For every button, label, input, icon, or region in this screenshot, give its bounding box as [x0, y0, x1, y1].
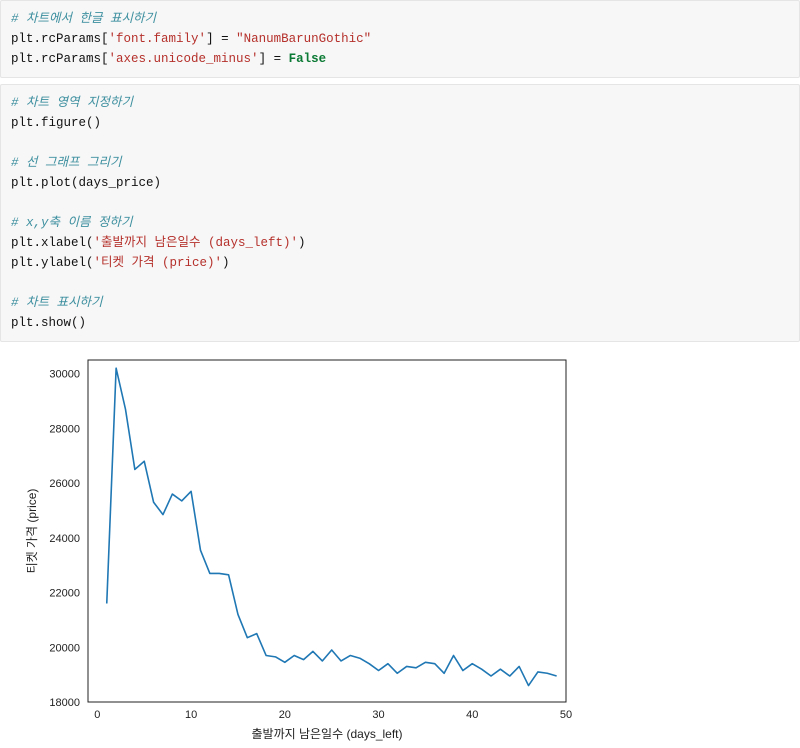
code-string: '출발까지 남은일수 (days_left)': [94, 236, 299, 250]
code-block-1: # 차트에서 한글 표시하기 plt.rcParams['font.family…: [0, 0, 800, 78]
plot-frame: [88, 360, 566, 702]
svg-text:28000: 28000: [49, 423, 80, 435]
x-axis: 0 10 20 30 40 50: [94, 702, 572, 721]
code-string: '티켓 가격 (price)': [94, 256, 223, 270]
code-token: .rcParams[: [34, 32, 109, 46]
x-axis-label: 출발까지 남은일수 (days_left): [251, 727, 402, 741]
code-token: ] =: [259, 52, 289, 66]
code-token: plt.xlabel(: [11, 236, 94, 250]
code-comment: # 차트에서 한글 표시하기: [11, 12, 156, 26]
code-comment: # 차트 영역 지정하기: [11, 96, 133, 110]
data-series-line: [107, 368, 557, 685]
code-token: ): [222, 256, 230, 270]
chart-svg: 0 10 20 30 40 50 18000 20000 22000 24000 26000 280…: [20, 348, 580, 748]
svg-text:10: 10: [185, 709, 197, 721]
code-token: plt: [11, 52, 34, 66]
code-line: plt.plot(days_price): [11, 176, 161, 190]
svg-text:18000: 18000: [49, 697, 80, 709]
svg-text:40: 40: [466, 709, 478, 721]
code-string: "NanumBarunGothic": [236, 32, 371, 46]
svg-text:20000: 20000: [49, 642, 80, 654]
code-token: plt: [11, 32, 34, 46]
code-block-2: # 차트 영역 지정하기 plt.figure() # 선 그래프 그리기 pl…: [0, 84, 800, 342]
code-token: ] =: [206, 32, 236, 46]
line-chart: 0 10 20 30 40 50 18000 20000 22000 24000 26000 280…: [20, 348, 580, 748]
svg-text:30000: 30000: [49, 369, 80, 381]
code-line: plt.figure(): [11, 116, 101, 130]
svg-text:22000: 22000: [49, 588, 80, 600]
code-comment: # x,y축 이름 정하기: [11, 216, 133, 230]
svg-text:20: 20: [279, 709, 291, 721]
svg-text:50: 50: [560, 709, 572, 721]
svg-text:0: 0: [94, 709, 100, 721]
svg-text:30: 30: [372, 709, 384, 721]
code-comment: # 선 그래프 그리기: [11, 156, 122, 170]
y-axis: 18000 20000 22000 24000 26000 28000 30000: [49, 369, 88, 709]
code-token: .rcParams[: [34, 52, 109, 66]
svg-text:24000: 24000: [49, 533, 80, 545]
code-comment: # 차트 표시하기: [11, 296, 103, 310]
svg-text:26000: 26000: [49, 478, 80, 490]
code-line: plt.show(): [11, 316, 86, 330]
code-token: ): [298, 236, 306, 250]
code-string: 'font.family': [109, 32, 207, 46]
code-keyword: False: [289, 52, 327, 66]
code-token: plt.ylabel(: [11, 256, 94, 270]
code-string: 'axes.unicode_minus': [109, 52, 259, 66]
y-axis-label: 티켓 가격 (price): [25, 489, 39, 574]
